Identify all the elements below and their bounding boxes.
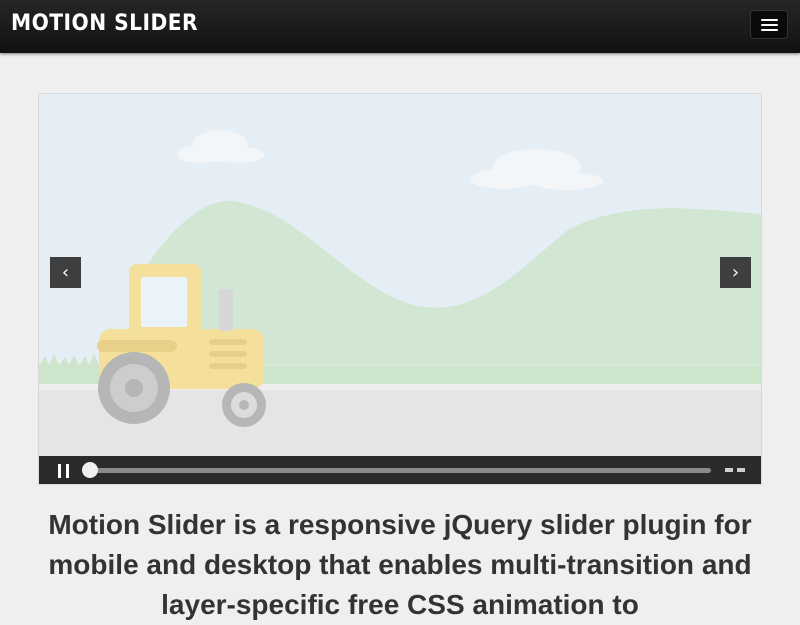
intro-headline: Motion Slider is a responsive jQuery sli… xyxy=(48,509,752,620)
image-slider[interactable]: ‹ › xyxy=(38,93,762,485)
site-logo[interactable]: MOTION SLIDER xyxy=(11,11,198,36)
chevron-right-icon: › xyxy=(731,262,740,283)
pause-button[interactable] xyxy=(58,464,70,478)
top-navbar: MOTION SLIDER xyxy=(0,0,800,53)
next-slide-button[interactable]: › xyxy=(720,257,751,288)
slide-image-tractor-scene xyxy=(39,94,761,456)
chevron-left-icon: ‹ xyxy=(61,262,70,283)
thumbnails-icon xyxy=(725,468,745,472)
menu-toggle-button[interactable] xyxy=(750,10,788,39)
timeline-scrubber-handle[interactable] xyxy=(82,462,98,478)
pause-icon xyxy=(58,464,69,478)
previous-slide-button[interactable]: ‹ xyxy=(50,257,81,288)
thumbnails-toggle-button[interactable] xyxy=(725,468,747,474)
timeline-progress-track[interactable] xyxy=(84,468,711,473)
slider-control-bar xyxy=(39,456,761,484)
